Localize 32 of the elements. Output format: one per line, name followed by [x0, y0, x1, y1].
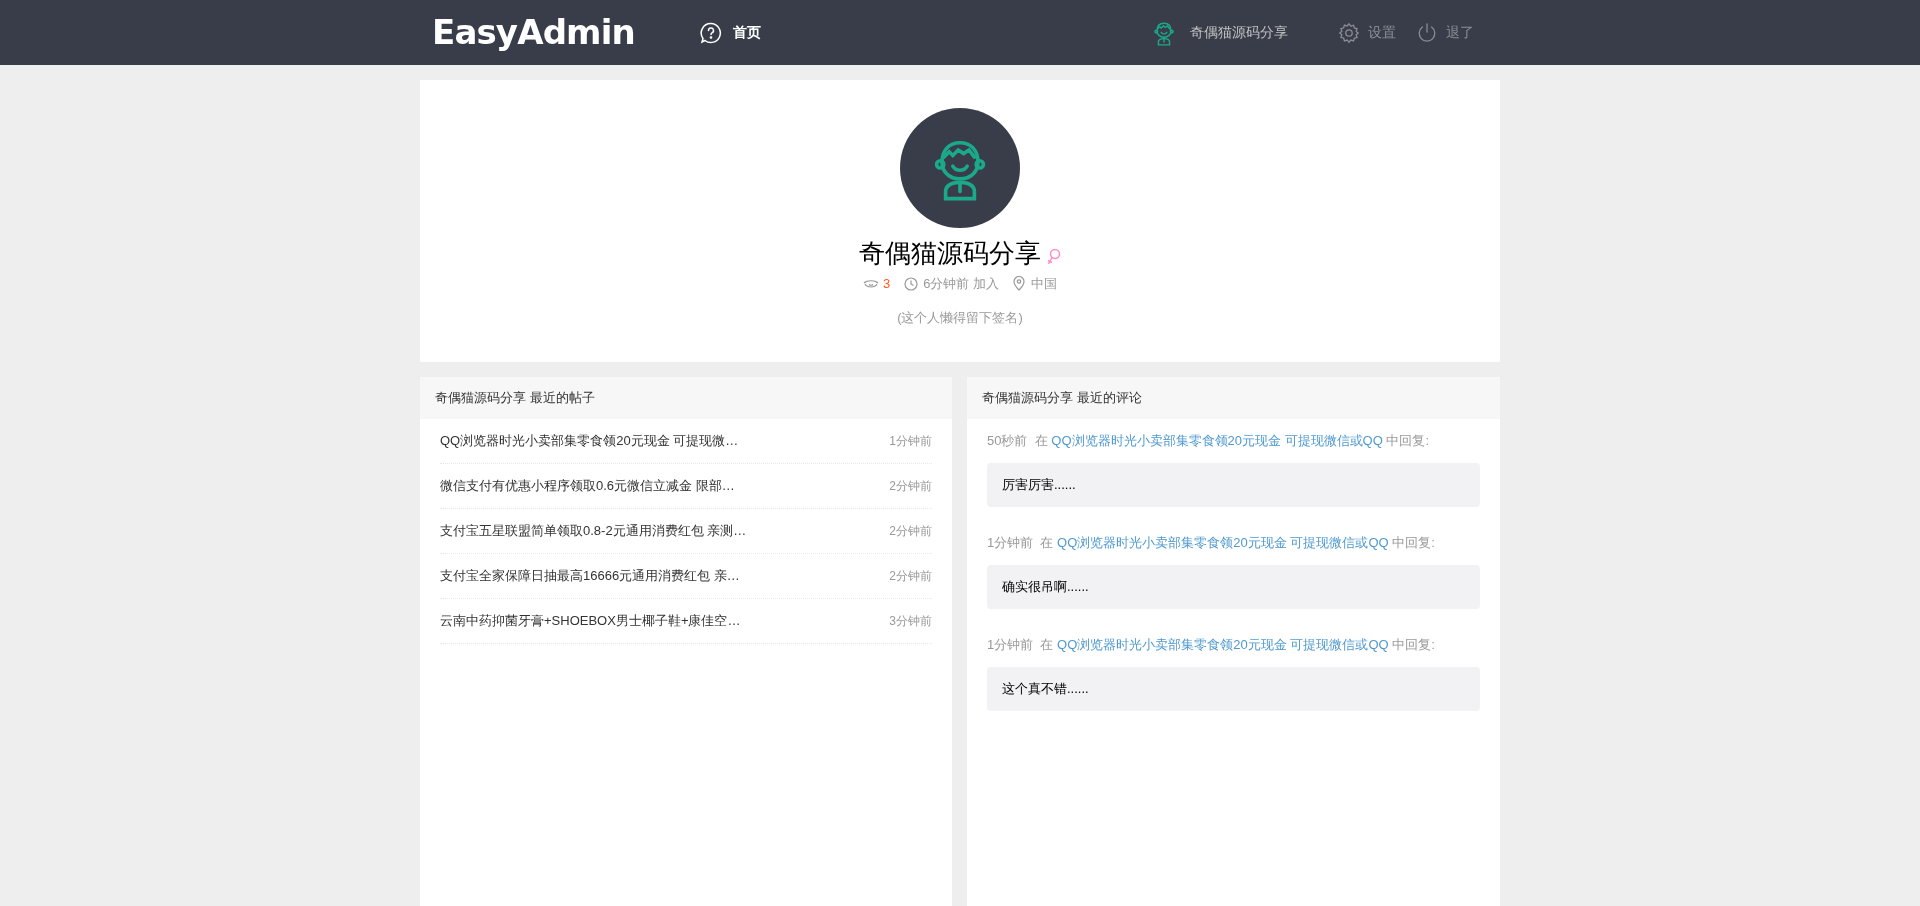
location-pin-icon [1013, 276, 1026, 292]
post-time: 2分钟前 [889, 568, 932, 585]
power-icon [1416, 21, 1438, 44]
user-signature: (这个人懒得留下签名) [897, 308, 1023, 327]
post-time: 3分钟前 [889, 613, 932, 630]
post-link[interactable]: 微信支付有优惠小程序领取0.6元微信立减金 限部… [440, 476, 735, 496]
logo[interactable]: EasyAdmin [432, 7, 635, 58]
comment-content: 厉害厉害...... [987, 463, 1480, 507]
user-location: 中国 [1031, 275, 1058, 293]
settings-icon [1338, 21, 1360, 44]
panel-title: 奇偶猫源码分享 最近的评论 [967, 377, 1500, 419]
comment-meta: 1分钟前 在 QQ浏览器时光小卖部集零食领20元现金 可提现微信或QQ 中回复: [987, 636, 1436, 654]
panel-title: 奇偶猫源码分享 最近的帖子 [420, 377, 952, 419]
user-level: 3 [882, 275, 891, 293]
profile-name: 奇偶猫源码分享 [859, 237, 1041, 270]
post-time: 2分钟前 [889, 523, 932, 540]
comment-meta: 1分钟前 在 QQ浏览器时光小卖部集零食领20元现金 可提现微信或QQ 中回复: [987, 534, 1436, 552]
post-link[interactable]: 支付宝全家保障日抽最高16666元通用消费红包 亲… [440, 566, 740, 586]
comment-content: 确实很吊啊...... [987, 565, 1480, 609]
user-menu[interactable]: 奇偶猫源码分享 [1150, 15, 1288, 50]
join-time: 6分钟前 加入 [923, 275, 1000, 293]
comment-meta: 50秒前 在 QQ浏览器时光小卖部集零食领20元现金 可提现微信或QQ 中回复: [987, 432, 1431, 450]
help-chat-icon [698, 20, 723, 45]
post-link[interactable]: 支付宝五星联盟简单领取0.8-2元通用消费红包 亲测… [440, 521, 747, 541]
clock-icon [904, 276, 919, 291]
post-time: 2分钟前 [889, 478, 932, 495]
nav-link[interactable]: 首页 [698, 20, 761, 45]
post-time: 1分钟前 [889, 433, 932, 450]
post-link[interactable]: 云南中药抑菌牙膏+SHOEBOX男士椰子鞋+康佳空… [440, 611, 741, 631]
post-link[interactable]: QQ浏览器时光小卖部集零食领20元现金 可提现微… [440, 431, 739, 451]
female-icon [1047, 248, 1061, 266]
comment-content: 这个真不错...... [987, 667, 1480, 711]
